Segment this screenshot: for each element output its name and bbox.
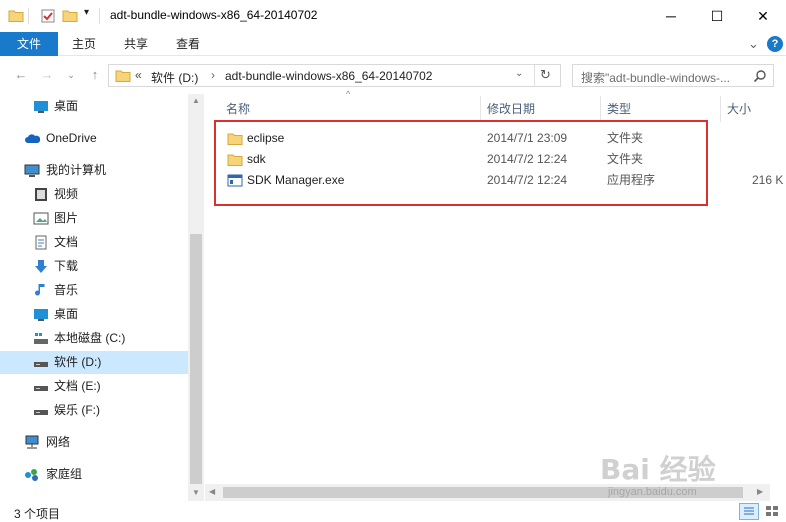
tab-share[interactable]: 共享 xyxy=(114,32,158,56)
breadcrumb-drive-d[interactable]: 软件 (D:) xyxy=(151,69,198,86)
nav-item-homegroup[interactable]: 家庭组 xyxy=(0,463,188,486)
address-dropdown-icon[interactable]: ⌄ xyxy=(515,68,523,79)
nav-item-my-computer[interactable]: 我的计算机 xyxy=(0,159,188,182)
nav-item-drive-e[interactable]: 文档 (E:) xyxy=(0,375,188,398)
breadcrumb-overflow[interactable]: « xyxy=(135,68,142,82)
nav-item-drive-f[interactable]: 娱乐 (F:) xyxy=(0,399,188,422)
quick-access-dropdown-icon[interactable]: ▾ xyxy=(84,7,89,18)
computer-icon xyxy=(24,164,40,177)
scroll-down-icon[interactable]: ▼ xyxy=(192,488,200,497)
status-bar: 3 个项目 xyxy=(0,501,786,522)
scroll-right-icon[interactable]: ▶ xyxy=(757,487,763,496)
search-input[interactable]: 搜索"adt-bundle-windows-... xyxy=(581,69,730,86)
nav-item-desktop[interactable]: 桌面 xyxy=(0,95,188,118)
search-box[interactable]: 搜索"adt-bundle-windows-... xyxy=(572,64,774,87)
forward-arrow-icon[interactable]: → xyxy=(38,66,56,84)
desktop-icon xyxy=(34,101,48,113)
nav-item-videos[interactable]: 视频 xyxy=(0,183,188,206)
folder-icon[interactable] xyxy=(8,8,24,24)
baidu-watermark-url: jingyan.baidu.com xyxy=(608,486,697,498)
column-header-name[interactable]: 名称 xyxy=(226,100,250,118)
navigation-scrollbar[interactable]: ▲ ▼ xyxy=(188,94,204,501)
column-header-modified[interactable]: 修改日期 xyxy=(487,100,535,118)
desktop-icon xyxy=(34,309,48,321)
breadcrumb-separator: › xyxy=(211,68,215,82)
highlight-box xyxy=(214,120,708,206)
nav-item-drive-d[interactable]: 软件 (D:) xyxy=(0,351,188,374)
baidu-watermark: Bai 经验 xyxy=(600,453,716,486)
minimize-button[interactable]: ─ xyxy=(648,0,694,32)
document-icon xyxy=(35,235,47,250)
window-title: adt-bundle-windows-x86_64-20140702 xyxy=(110,8,318,22)
search-icon[interactable] xyxy=(753,69,767,83)
nav-item-documents[interactable]: 文档 xyxy=(0,231,188,254)
title-bar: ▾ adt-bundle-windows-x86_64-20140702 ─ ☐… xyxy=(0,0,786,32)
expand-ribbon-icon[interactable]: ⌄ xyxy=(748,36,759,52)
folder-icon xyxy=(115,70,131,82)
nav-item-drive-c[interactable]: 本地磁盘 (C:) xyxy=(0,327,188,350)
nav-item-network[interactable]: 网络 xyxy=(0,431,188,454)
help-icon[interactable]: ? xyxy=(767,36,783,52)
new-folder-icon[interactable] xyxy=(62,8,78,24)
drive-icon xyxy=(34,333,48,344)
column-header-type[interactable]: 类型 xyxy=(607,100,631,118)
address-bar[interactable]: « 软件 (D:) › adt-bundle-windows-x86_64-20… xyxy=(108,64,561,87)
drive-icon xyxy=(34,362,48,367)
recent-locations-icon[interactable]: ⌄ xyxy=(62,66,80,84)
picture-icon xyxy=(33,212,49,225)
nav-item-pictures[interactable]: 图片 xyxy=(0,207,188,230)
column-header-size[interactable]: 大小 xyxy=(727,100,751,118)
nav-item-onedrive[interactable]: OneDrive xyxy=(0,127,188,150)
item-count: 3 个项目 xyxy=(14,507,61,521)
nav-item-music[interactable]: 音乐 xyxy=(0,279,188,302)
large-icons-view-icon[interactable] xyxy=(763,503,783,520)
file-size: 216 K xyxy=(752,173,784,187)
sort-ascending-icon: ^ xyxy=(346,89,351,99)
maximize-button[interactable]: ☐ xyxy=(694,0,740,32)
download-icon xyxy=(35,260,47,273)
tab-file[interactable]: 文件 xyxy=(0,32,58,56)
details-view-icon[interactable] xyxy=(739,503,759,520)
drive-icon xyxy=(34,410,48,415)
music-icon xyxy=(35,284,45,296)
back-arrow-icon[interactable]: ← xyxy=(12,66,30,84)
scrollbar-thumb[interactable] xyxy=(190,234,202,484)
nav-item-downloads[interactable]: 下载 xyxy=(0,255,188,278)
network-icon xyxy=(25,435,39,449)
tab-view[interactable]: 查看 xyxy=(166,32,210,56)
drive-icon xyxy=(34,386,48,391)
breadcrumb-current-folder[interactable]: adt-bundle-windows-x86_64-20140702 xyxy=(225,69,432,83)
up-arrow-icon[interactable]: ↑ xyxy=(86,66,104,84)
scroll-up-icon[interactable]: ▲ xyxy=(192,96,200,105)
close-button[interactable]: ✕ xyxy=(740,0,786,32)
scroll-left-icon[interactable]: ◀ xyxy=(209,487,215,496)
refresh-icon[interactable]: ↻ xyxy=(540,67,551,83)
video-icon xyxy=(35,188,47,201)
cloud-icon xyxy=(25,134,40,143)
tab-home[interactable]: 主页 xyxy=(62,32,106,56)
ribbon-tabs: 文件 主页 共享 查看 ⌄ ? xyxy=(0,32,786,56)
properties-icon[interactable] xyxy=(40,8,56,24)
nav-item-desktop-2[interactable]: 桌面 xyxy=(0,303,188,326)
homegroup-icon xyxy=(25,469,38,481)
